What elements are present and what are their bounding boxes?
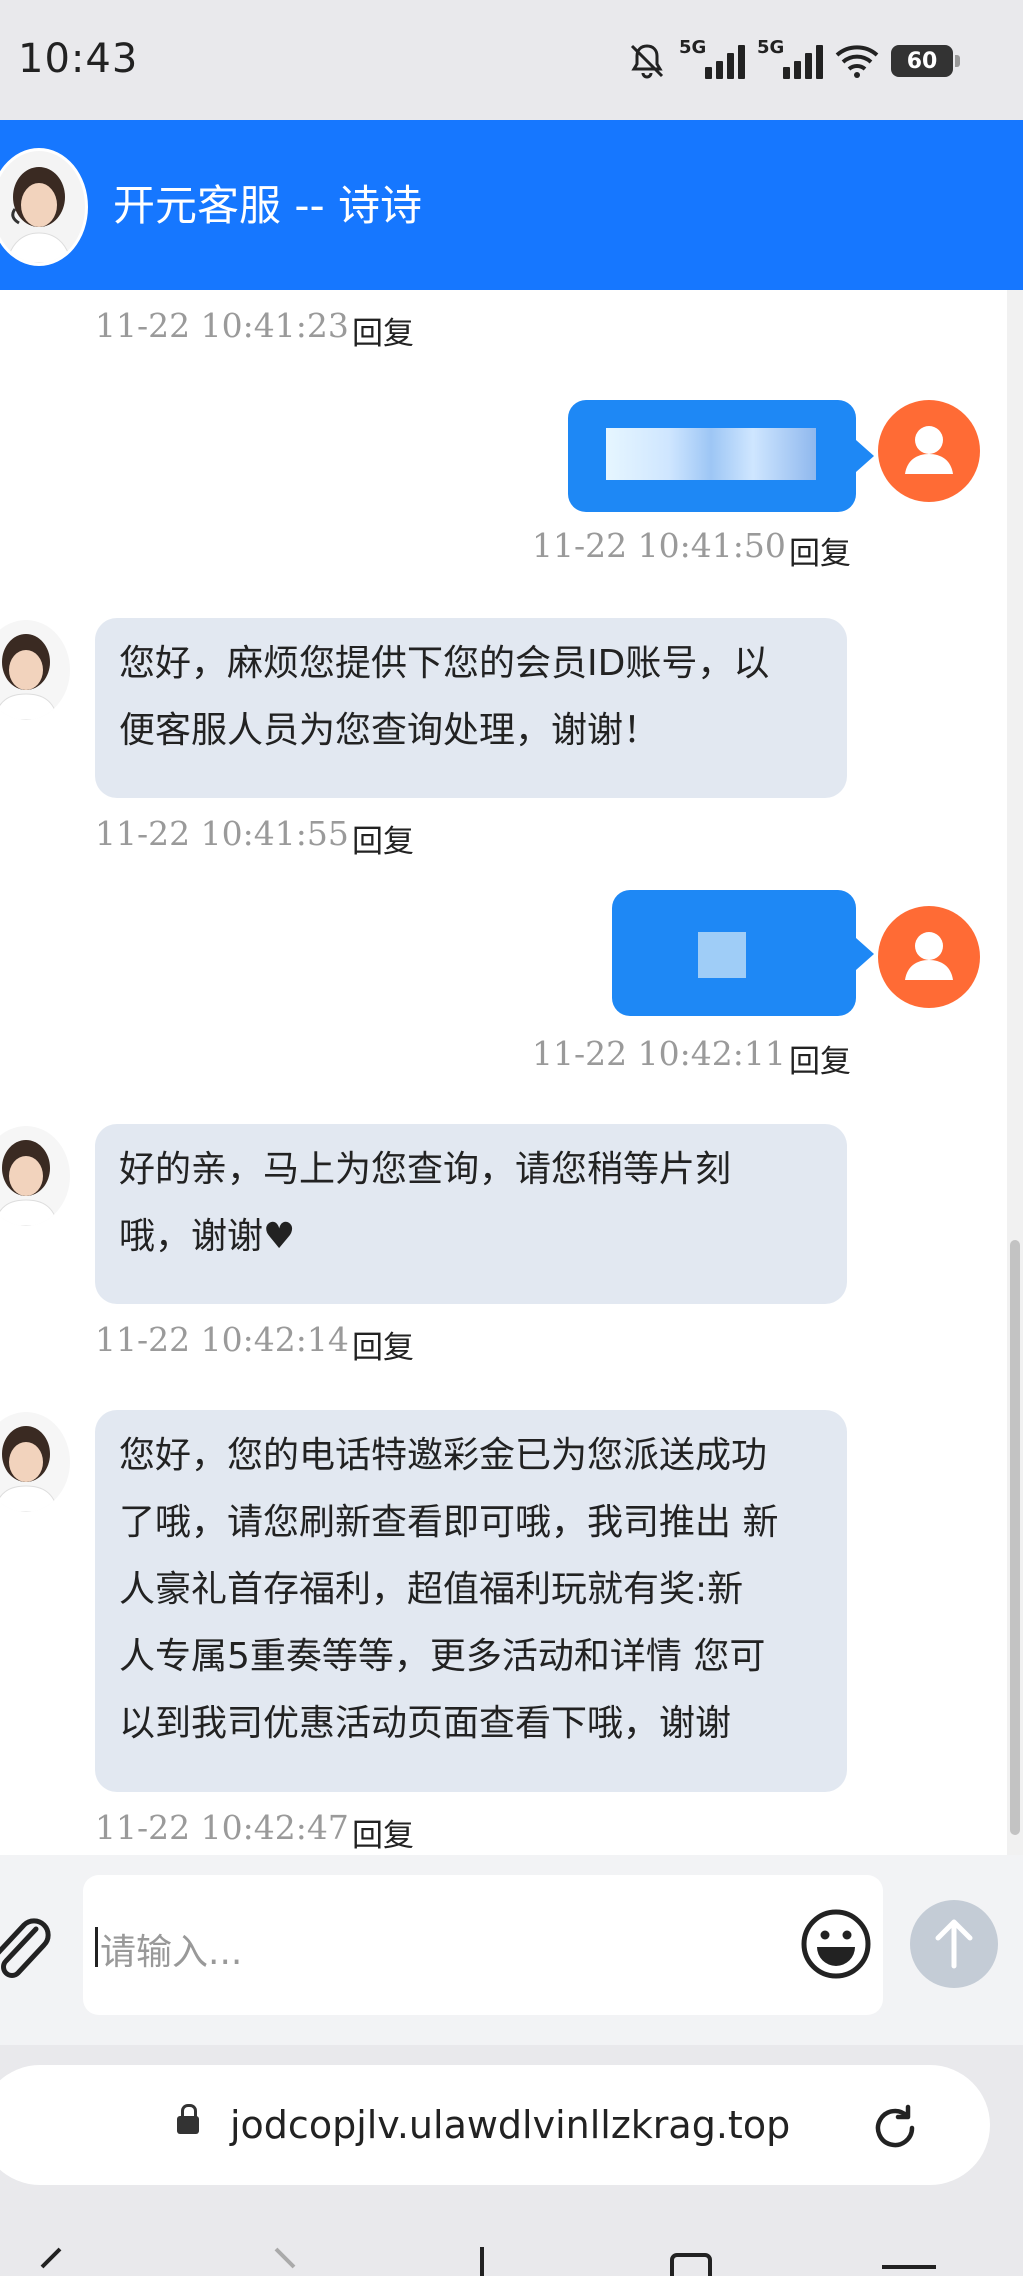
agent-avatar [0, 1412, 70, 1512]
user-avatar [878, 400, 980, 502]
agent-avatar [0, 620, 70, 720]
scroll-thumb[interactable] [1010, 1240, 1020, 1835]
reply-link[interactable]: 回复 [352, 1810, 414, 1855]
agent-message-bubble: 您好，您的电话特邀彩金已为您派送成功 了哦，请您刷新查看即可哦，我司推出 新 人… [95, 1410, 847, 1792]
signal-icon: 5G [757, 37, 823, 79]
lock-icon [177, 2104, 199, 2134]
message-line: 您好，麻烦您提供下您的会员ID账号，以 [119, 643, 770, 684]
reply-link[interactable]: 回复 [789, 528, 851, 573]
message-input[interactable]: 请输入... [83, 1875, 883, 2015]
agent-message-bubble: 好的亲，马上为您查询，请您稍等片刻 哦，谢谢♥ [95, 1124, 847, 1304]
agent-avatar [0, 148, 88, 266]
page-title: 开元客服 -- 诗诗 [113, 181, 423, 230]
signal-icon: 5G [679, 37, 745, 79]
message-line: 哦，谢谢♥ [119, 1216, 296, 1257]
paperclip-icon[interactable] [0, 1915, 52, 1985]
message-time: 11-22 10:42:14 [95, 1320, 349, 1359]
chat-header: 开元客服 -- 诗诗 [0, 120, 1023, 290]
status-time: 10:43 [18, 36, 139, 82]
tabs-icon[interactable] [664, 2245, 724, 2276]
reply-link[interactable]: 回复 [352, 308, 414, 353]
message-time: 11-22 10:41:55 [95, 814, 349, 853]
user-avatar [878, 906, 980, 1008]
message-time: 11-22 10:41:50 [532, 526, 786, 565]
agent-message-bubble: 您好，麻烦您提供下您的会员ID账号，以 便客服人员为您查询处理，谢谢！ [95, 618, 847, 798]
message-line: 以到我司优惠活动页面查看下哦，谢谢 [119, 1703, 732, 1744]
message-line: 您好，您的电话特邀彩金已为您派送成功 [119, 1435, 768, 1476]
agent-avatar [0, 1126, 70, 1226]
message-line: 便客服人员为您查询处理，谢谢！ [119, 710, 660, 751]
reload-icon[interactable] [870, 2103, 920, 2153]
user-message-bubble [568, 400, 856, 512]
text-caret [95, 1927, 98, 1967]
url-text: jodcopjlv.ulawdlvinllzkrag.top [230, 2103, 791, 2147]
status-bar: 10:43 5G 5G 60 [0, 0, 1023, 120]
reply-link[interactable]: 回复 [789, 1036, 851, 1081]
bubble-tail [856, 938, 874, 970]
message-time: 11-22 10:42:47 [95, 1808, 349, 1847]
message-line: 人豪礼首存福利，超值福利玩就有奖:新 [119, 1569, 744, 1610]
forward-icon[interactable] [260, 2245, 320, 2276]
menu-icon[interactable] [876, 2245, 946, 2276]
message-line: 好的亲，马上为您查询，请您稍等片刻 [119, 1149, 732, 1190]
reply-link[interactable]: 回复 [352, 816, 414, 861]
message-line: 人专属5重奏等等，更多活动和详情 您可 [119, 1636, 766, 1677]
chat-messages[interactable]: 11-22 10:41:23 回复 11-22 10:41:50 回复 您好，麻… [0, 290, 1007, 1855]
input-placeholder: 请输入... [100, 1932, 243, 1973]
add-tab-icon[interactable] [452, 2245, 512, 2276]
status-icons: 5G 5G 60 [627, 36, 960, 86]
message-line: 了哦，请您刷新查看即可哦，我司推出 新 [119, 1502, 779, 1543]
message-time: 11-22 10:42:11 [532, 1034, 786, 1073]
chat-scrollbar[interactable] [1007, 290, 1023, 1855]
back-icon[interactable] [20, 2245, 80, 2276]
send-button[interactable] [910, 1900, 998, 1988]
wifi-icon [835, 45, 879, 78]
browser-toolbar: jodcopjlv.ulawdlvinllzkrag.top [0, 2045, 1023, 2276]
arrow-up-icon [935, 1919, 973, 1969]
battery-icon: 60 [891, 45, 960, 77]
reply-link[interactable]: 回复 [352, 1322, 414, 1367]
user-message-bubble [612, 890, 856, 1016]
message-time: 11-22 10:41:23 [95, 306, 349, 345]
network-label: 5G [757, 37, 785, 58]
address-bar[interactable]: jodcopjlv.ulawdlvinllzkrag.top [0, 2065, 990, 2185]
composer: 请输入... [0, 1855, 1023, 2045]
bubble-tail [856, 440, 874, 472]
emoji-icon[interactable] [799, 1907, 873, 1981]
browser-nav-bar [0, 2245, 1023, 2276]
bell-muted-icon [630, 44, 664, 79]
network-label: 5G [679, 37, 707, 58]
